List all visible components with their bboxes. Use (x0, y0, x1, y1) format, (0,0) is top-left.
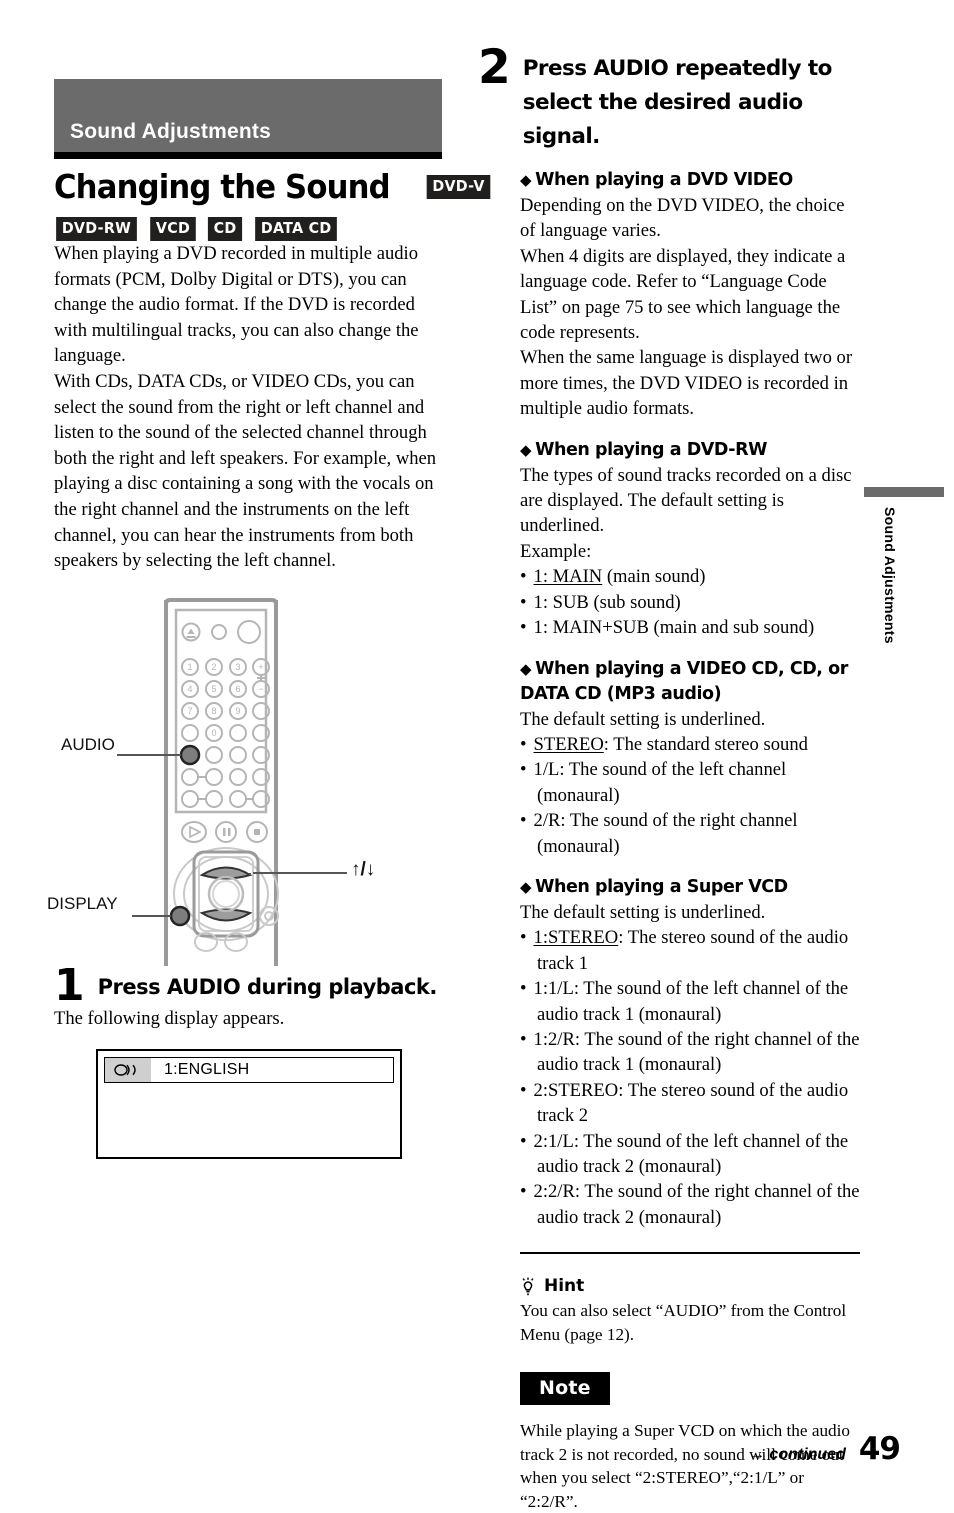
section-divider (520, 1252, 860, 1255)
audio-waves-icon (105, 1058, 151, 1083)
hint-heading: Hint (520, 1276, 860, 1296)
svg-text:4: 4 (187, 684, 192, 694)
dvd-video-para-1: Depending on the DVD VIDEO, the choice o… (520, 195, 845, 242)
thumb-tab-bar (864, 487, 944, 497)
manual-page: Sound Adjustments Changing the Sound DVD… (0, 0, 954, 1511)
page-number: 49 (858, 1431, 901, 1467)
disc-badge-row: DVD-RW VCD CD DATA CD (54, 217, 442, 241)
step-1-body: The following display appears. (54, 1007, 285, 1029)
step-2: 2 Press AUDIO repeatedly to select the d… (478, 40, 860, 154)
hint-label: Hint (544, 1276, 585, 1297)
diamond-bullet-icon: ◆ (520, 440, 532, 459)
list-item: 1:STEREO: The stereo sound of the audio … (520, 925, 860, 976)
right-column: 2 Press AUDIO repeatedly to select the d… (478, 0, 860, 1513)
diamond-bullet-icon: ◆ (520, 659, 532, 678)
step-1-number: 1 (54, 959, 85, 1011)
thumb-tab: Sound Adjustments (860, 487, 954, 644)
section-header-label: Sound Adjustments (70, 120, 271, 143)
svg-text:−: − (258, 684, 263, 694)
list-item: 1: MAIN (main sound) (520, 564, 860, 589)
remote-label-display: DISPLAY (47, 893, 118, 913)
svg-text:+: + (258, 662, 263, 672)
page-title: Changing the Sound DVD-V (54, 167, 491, 207)
disc-badge-dvd-rw: DVD-RW (56, 217, 137, 241)
step-1: 1 Press AUDIO during playback. (54, 959, 442, 1011)
osd-audio-row: 1:ENGLISH (104, 1057, 394, 1084)
lightbulb-icon (522, 1277, 534, 1295)
svg-text:5: 5 (211, 684, 216, 694)
list-item: STEREO: The standard stereo sound (520, 732, 860, 757)
list-item: 1:1/L: The sound of the left channel of … (520, 976, 860, 1027)
hint-text: You can also select “AUDIO” from the Con… (520, 1301, 847, 1344)
subheading-dvd-rw: ◆ When playing a DVD-RW (520, 439, 767, 460)
dvd-rw-para-2: Example: (520, 540, 592, 562)
list-item: 1: MAIN+SUB (main and sub sound) (520, 615, 860, 640)
disc-badge-cd: CD (207, 217, 243, 241)
osd-audio-text: 1:ENGLISH (164, 1061, 250, 1079)
diamond-bullet-icon: ◆ (520, 171, 532, 189)
svg-text:6: 6 (235, 684, 240, 694)
list-item: 1: SUB (sub sound) (520, 590, 860, 615)
list-item: 2:1/L: The sound of the left channel of … (520, 1129, 860, 1180)
dvd-video-para-3: When the same language is displayed two … (520, 347, 853, 420)
super-vcd-para-1: The default setting is underlined. (520, 901, 766, 923)
dvd-video-para-2: When 4 digits are displayed, they indica… (520, 245, 846, 344)
svg-text:7: 7 (187, 706, 192, 716)
video-cd-bullets: STEREO: The standard stereo sound 1/L: T… (520, 732, 860, 859)
section-header-bar: Sound Adjustments (54, 79, 442, 152)
super-vcd-bullets: 1:STEREO: The stereo sound of the audio … (520, 925, 860, 1230)
list-item: 2:2/R: The sound of the right channel of… (520, 1179, 860, 1230)
svg-text:0: 0 (211, 728, 216, 738)
thumb-tab-label: Sound Adjustments (882, 507, 898, 644)
svg-text:1: 1 (187, 662, 192, 672)
svg-text:8: 8 (211, 706, 216, 716)
svg-text:3: 3 (235, 662, 240, 672)
intro-paragraph-1: When playing a DVD recorded in multiple … (54, 243, 419, 367)
remote-label-audio: AUDIO (61, 734, 115, 754)
step-2-heading: Press AUDIO repeatedly to select the des… (522, 56, 833, 149)
remote-label-arrows: ↑/↓ (351, 858, 376, 880)
video-cd-para-1: The default setting is underlined. (520, 708, 766, 730)
page-footer: → continued 49 (748, 1431, 901, 1467)
section-header-rule (54, 152, 442, 159)
osd-display-box: 1:ENGLISH (96, 1049, 402, 1160)
step-2-body: ◆ When playing a DVD VIDEO Depending on t… (520, 168, 860, 1513)
audio-waves-icon-svg (114, 1064, 136, 1077)
disc-badge-vcd: VCD (150, 217, 196, 241)
disc-badge-data-cd: DATA CD (255, 217, 338, 241)
list-item: 1:2/R: The sound of the right channel of… (520, 1027, 860, 1078)
subheading-super-vcd: ◆ When playing a Super VCD (520, 876, 788, 897)
list-item: 2:STEREO: The stereo sound of the audio … (520, 1078, 860, 1129)
subheading-video-cd: ◆ When playing a VIDEO CD, CD, or DATA CD… (520, 658, 848, 704)
diamond-bullet-icon: ◆ (520, 877, 532, 896)
intro-paragraph-2: With CDs, DATA CDs, or VIDEO CDs, you ca… (54, 370, 437, 572)
left-column: Sound Adjustments Changing the Sound DVD… (47, 0, 491, 1160)
list-item: 2/R: The sound of the right channel (mon… (520, 808, 860, 859)
list-item: 1/L: The sound of the left channel (mona… (520, 757, 860, 808)
subheading-dvd-video: ◆ When playing a DVD VIDEO (520, 170, 793, 190)
note-label-badge: Note (520, 1372, 610, 1406)
page-title-text: Changing the Sound (54, 167, 391, 206)
audio-button-callout (179, 744, 201, 765)
step-1-heading: Press AUDIO during playback. (97, 974, 438, 999)
step-2-number: 2 (478, 40, 511, 95)
remote-control-illustration: 1 2 3 4 5 6 7 8 9 0 + − AUDIO DISPLAY ↑/↓ (47, 594, 442, 966)
svg-text:2: 2 (211, 662, 216, 672)
dvd-rw-bullets: 1: MAIN (main sound) 1: SUB (sub sound) … (520, 564, 860, 640)
dvd-rw-para-1: The types of sound tracks recorded on a … (520, 464, 852, 537)
continued-label: → continued (748, 1446, 846, 1463)
svg-text:9: 9 (235, 706, 240, 716)
display-button-callout (169, 905, 191, 926)
